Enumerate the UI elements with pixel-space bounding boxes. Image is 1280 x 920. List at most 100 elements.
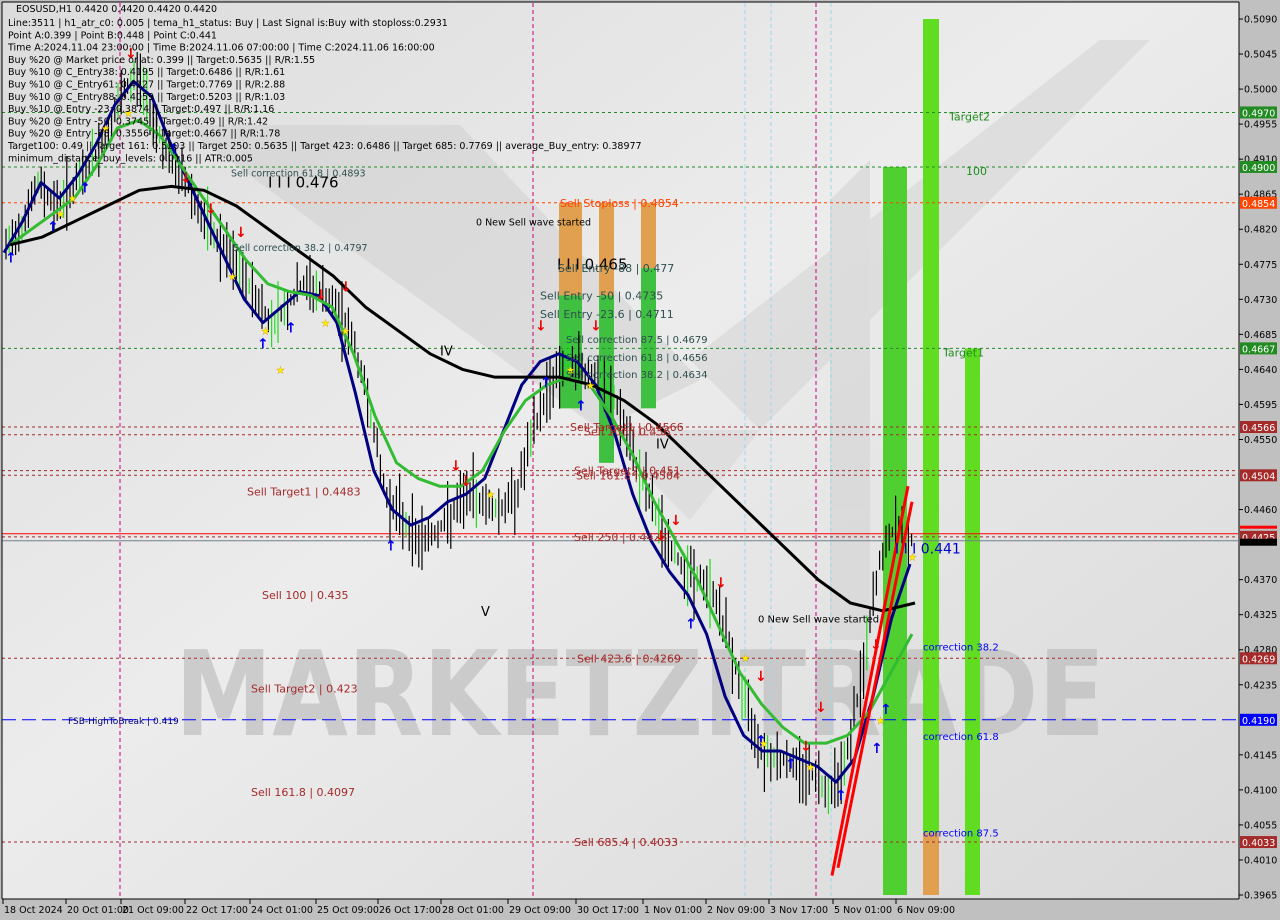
price-badge-label: 0.4504 xyxy=(1242,471,1275,482)
star-marker-icon: ★ xyxy=(876,716,885,727)
annotation-label: correction 38.2 xyxy=(923,643,999,654)
star-marker-icon: ★ xyxy=(56,210,65,221)
annotation-label: Sell Stoploss | 0.4854 xyxy=(560,197,679,210)
buy-arrow-icon: ↑ xyxy=(47,219,59,235)
annotation-label: 100 xyxy=(966,165,987,178)
info-line: Buy %10 @ C_Entry38: 0.4195 || Target:0.… xyxy=(8,67,285,78)
sell-arrow-icon: ↓ xyxy=(180,171,192,187)
buy-arrow-icon: ↑ xyxy=(5,251,17,267)
buy-arrow-icon: ↑ xyxy=(285,321,297,337)
sell-arrow-icon: ↓ xyxy=(800,739,812,755)
info-line: Buy %10 @ C_Entry88: 0.4059 || Target:0.… xyxy=(8,92,285,103)
y-tick-label: 0.4595 xyxy=(1244,400,1277,411)
y-tick-label: 0.4055 xyxy=(1244,820,1277,831)
x-tick-label: 1 Nov 01:00 xyxy=(644,905,702,916)
y-tick-label: 0.4550 xyxy=(1244,435,1277,446)
price-badge-label: 0.4566 xyxy=(1242,423,1275,434)
price-badge-label: 0.4190 xyxy=(1242,716,1275,727)
info-line: minimum_distance_buy_levels: 0.0116 || A… xyxy=(8,153,253,164)
star-marker-icon: ★ xyxy=(759,739,768,750)
info-line: Line:3511 | h1_atr_c0: 0.005 | tema_h1_s… xyxy=(8,18,448,29)
info-line: Buy %20 @ Market price or at: 0.399 || T… xyxy=(8,55,315,66)
x-tick-label: 24 Oct 01:00 xyxy=(251,905,313,916)
annotation-label: Sell 250 | 0.4425 xyxy=(574,531,668,544)
x-tick-label: 21 Oct 09:00 xyxy=(122,905,184,916)
price-chart[interactable]: MARKETZITRADE ↑↑↑↑↑↑↑↑↑↑↑↑↑↑↑↓↓↓↓↓ ↓↓↓↓ ↓↓… xyxy=(0,0,1280,920)
annotation-label: FSB-HighToBreak | 0.419 xyxy=(68,717,179,727)
buy-zone-3 xyxy=(965,348,980,896)
star-marker-icon: ★ xyxy=(228,272,237,283)
time-axis[interactable]: 18 Oct 2024 20 Oct 01:0021 Oct 09:00 22 Oc… xyxy=(2,899,955,916)
annotation-label: correction 87.5 xyxy=(923,829,999,840)
buy-arrow-icon: ↑ xyxy=(871,741,883,757)
y-tick-label: 0.4820 xyxy=(1244,225,1277,236)
price-axis[interactable]: 0.50900.50450.50000.49550.49100.48650.48… xyxy=(1239,15,1277,902)
y-tick-label: 0.5090 xyxy=(1244,15,1277,26)
price-badge-label: 0.4970 xyxy=(1242,108,1275,119)
annotation-label: IV xyxy=(656,437,669,452)
sell-arrow-icon: ↓ xyxy=(315,287,327,303)
sell-stoploss-zone-2 xyxy=(599,202,614,296)
current-price-badge xyxy=(1240,538,1277,546)
annotation-label: Sell 423.6 | 0.4269 xyxy=(577,652,681,665)
buy-arrow-icon: ↑ xyxy=(835,788,847,804)
annotation-label: Sell Entry -88 | 0.477 xyxy=(558,262,674,275)
chart-title: EOSUSD,H1 0.4420 0.4420 0.4420 0.4420 xyxy=(16,4,217,15)
star-marker-icon: ★ xyxy=(261,326,270,337)
star-marker-icon: ★ xyxy=(321,319,330,330)
x-tick-label: 3 Nov 17:00 xyxy=(770,905,828,916)
buy-arrow-icon: ↑ xyxy=(685,617,697,633)
annotation-label: 0 New Sell wave started xyxy=(476,217,591,228)
red-line-badge xyxy=(1240,525,1277,529)
x-tick-label: 20 Oct 01:00 xyxy=(67,905,129,916)
annotation-label: Sell 161.8 | 0.4504 xyxy=(576,469,680,482)
price-badge-label: 0.4900 xyxy=(1242,163,1275,174)
annotation-label: Sell Entry -50 | 0.4735 xyxy=(540,289,663,302)
y-tick-label: 0.5045 xyxy=(1244,50,1277,61)
annotation-label: correction 61.8 xyxy=(923,732,999,743)
info-line: Buy %20 @ Entry -50: 0.3745 || Target:0.… xyxy=(8,116,268,127)
info-line: Time A:2024.11.04 23:00:00 | Time B:2024… xyxy=(7,43,435,54)
y-tick-label: 0.4685 xyxy=(1244,330,1277,341)
annotation-label: I I I 0.441 xyxy=(895,541,961,557)
info-line: Target100: 0.49 || Target 161: 0.5203 ||… xyxy=(7,141,642,152)
annotation-label: Sell Entry -23.6 | 0.4711 xyxy=(540,308,674,321)
x-tick-label: 25 Oct 09:00 xyxy=(317,905,379,916)
y-tick-label: 0.4955 xyxy=(1244,120,1277,131)
y-tick-label: 0.4145 xyxy=(1244,750,1277,761)
price-badge-label: 0.4033 xyxy=(1242,838,1275,849)
sell-arrow-icon: ↓ xyxy=(715,575,727,591)
annotation-label: V xyxy=(481,605,490,620)
y-tick-label: 0.3965 xyxy=(1244,891,1277,902)
info-line: Buy %10 @ C_Entry61: 0.4127 || Target:0.… xyxy=(8,80,285,91)
y-tick-label: 0.4235 xyxy=(1244,680,1277,691)
buy-arrow-icon: ↑ xyxy=(79,181,91,197)
annotation-label: 0 New Sell wave started xyxy=(758,615,879,626)
y-tick-label: 0.4730 xyxy=(1244,295,1277,306)
x-tick-label: 30 Oct 17:00 xyxy=(577,905,639,916)
sell-arrow-icon: ↓ xyxy=(340,280,352,296)
annotation-label: Sell correction 38.2 | 0.4634 xyxy=(566,370,708,381)
info-line: Buy %20 @ Entry -88: 0.3556 || Target:0.… xyxy=(8,129,280,140)
sell-stoploss-zone-3 xyxy=(641,202,656,269)
info-line: Point A:0.399 | Point B:0.448 | Point C:… xyxy=(8,30,217,41)
buy-arrow-icon: ↑ xyxy=(540,375,552,391)
info-line: Buy %10 @ Entry -23: 0.3874 || Target:0.… xyxy=(8,104,274,115)
annotation-label: IV xyxy=(440,345,453,360)
buy-arrow-icon: ↑ xyxy=(785,757,797,773)
x-tick-label: 5 Nov 01:00 xyxy=(834,905,892,916)
y-tick-label: 0.4775 xyxy=(1244,260,1277,271)
star-marker-icon: ★ xyxy=(68,194,77,205)
y-tick-label: 0.4010 xyxy=(1244,855,1277,866)
star-marker-icon: ★ xyxy=(741,654,750,665)
x-tick-label: 2 Nov 09:00 xyxy=(707,905,765,916)
buy-stop-zone xyxy=(923,832,939,895)
annotation-label: Sell correction 38.2 | 0.4797 xyxy=(233,243,368,254)
x-tick-label: 26 Oct 17:00 xyxy=(379,905,441,916)
annotation-label: Sell correction 61.8 | 0.4656 xyxy=(566,353,708,364)
sell-arrow-icon: ↓ xyxy=(670,513,682,529)
annotation-label: Sell 161.8 | 0.4097 xyxy=(251,786,355,799)
sell-arrow-icon: ↓ xyxy=(235,225,247,241)
x-tick-label: 22 Oct 17:00 xyxy=(186,905,248,916)
price-badge-label: 0.4667 xyxy=(1242,344,1275,355)
